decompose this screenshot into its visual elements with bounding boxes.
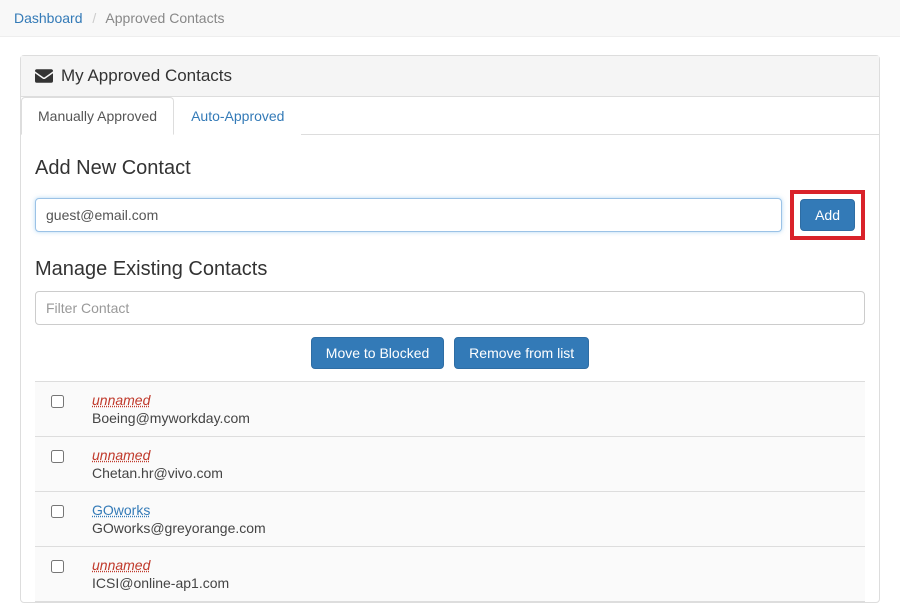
contact-row: unnamed Boeing@myworkday.com bbox=[35, 382, 865, 437]
add-button-highlight: Add bbox=[790, 190, 865, 240]
remove-from-list-button[interactable]: Remove from list bbox=[454, 337, 589, 369]
contact-row: unnamed Chetan.hr@vivo.com bbox=[35, 437, 865, 492]
envelope-icon bbox=[35, 69, 53, 83]
contact-checkbox[interactable] bbox=[51, 560, 64, 573]
panel-body: Add New Contact Add Manage Existing Cont… bbox=[21, 135, 879, 602]
contact-checkbox[interactable] bbox=[51, 505, 64, 518]
breadcrumb-dashboard[interactable]: Dashboard bbox=[14, 10, 83, 26]
contact-info: unnamed Boeing@myworkday.com bbox=[92, 392, 250, 426]
breadcrumb: Dashboard / Approved Contacts bbox=[0, 0, 900, 37]
contact-row: unnamed ICSI@online-ap1.com bbox=[35, 547, 865, 602]
contact-email: ICSI@online-ap1.com bbox=[92, 575, 229, 591]
panel-title: My Approved Contacts bbox=[61, 66, 232, 86]
add-contact-input[interactable] bbox=[35, 198, 782, 232]
contact-checkbox[interactable] bbox=[51, 395, 64, 408]
add-button[interactable]: Add bbox=[800, 199, 855, 231]
panel-header: My Approved Contacts bbox=[21, 56, 879, 97]
bulk-actions: Move to Blocked Remove from list bbox=[35, 337, 865, 369]
contact-info: unnamed ICSI@online-ap1.com bbox=[92, 557, 229, 591]
add-contact-row: Add bbox=[35, 190, 865, 240]
manage-heading: Manage Existing Contacts bbox=[35, 258, 865, 281]
tabs: Manually Approved Auto-Approved bbox=[21, 97, 879, 135]
contact-list: unnamed Boeing@myworkday.com unnamed Chetan… bbox=[35, 381, 865, 602]
contact-row: GOworksGOworks@greyorange.com bbox=[35, 492, 865, 547]
contact-email: Chetan.hr@vivo.com bbox=[92, 465, 223, 481]
filter-contact-input[interactable] bbox=[35, 291, 865, 325]
tab-manually-approved[interactable]: Manually Approved bbox=[21, 97, 174, 135]
contact-name[interactable]: unnamed bbox=[92, 392, 250, 408]
tab-auto-approved[interactable]: Auto-Approved bbox=[174, 97, 301, 135]
add-contact-heading: Add New Contact bbox=[35, 157, 865, 180]
contact-email: GOworks@greyorange.com bbox=[92, 520, 266, 536]
contact-info: unnamed Chetan.hr@vivo.com bbox=[92, 447, 223, 481]
contact-checkbox[interactable] bbox=[51, 450, 64, 463]
approved-contacts-panel: My Approved Contacts Manually Approved A… bbox=[20, 55, 880, 603]
move-to-blocked-button[interactable]: Move to Blocked bbox=[311, 337, 445, 369]
contact-name[interactable]: unnamed bbox=[92, 557, 229, 573]
breadcrumb-current: Approved Contacts bbox=[105, 10, 224, 26]
contact-email: Boeing@myworkday.com bbox=[92, 410, 250, 426]
breadcrumb-separator: / bbox=[92, 10, 96, 26]
contact-info: GOworksGOworks@greyorange.com bbox=[92, 502, 266, 536]
contact-name[interactable]: unnamed bbox=[92, 447, 223, 463]
